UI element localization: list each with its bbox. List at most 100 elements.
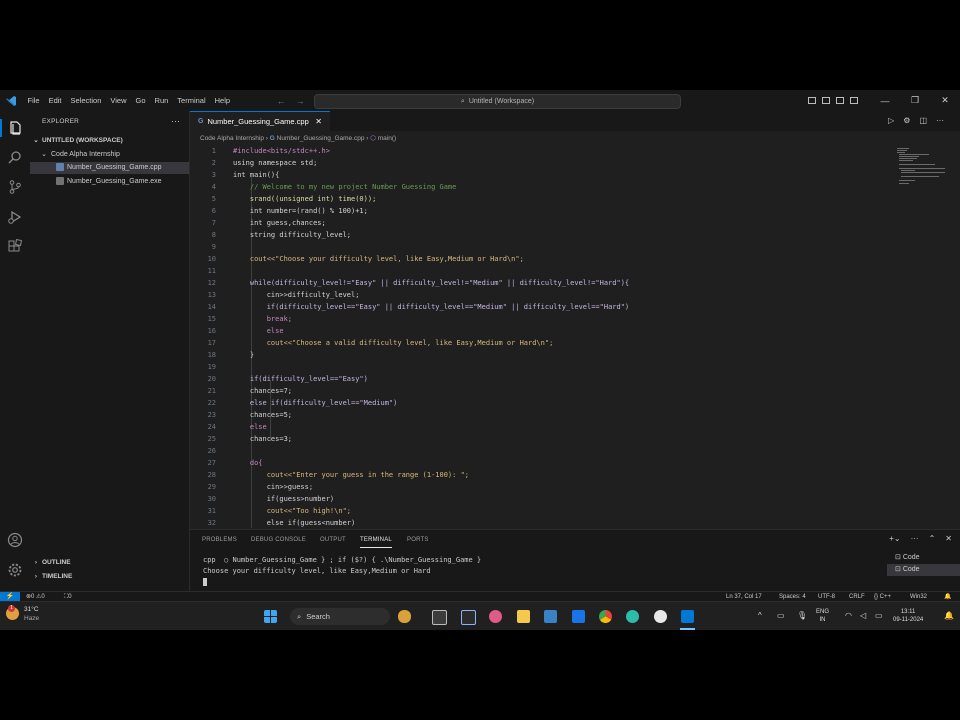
more-actions-icon[interactable]: ··· xyxy=(936,116,944,125)
extensions-icon[interactable] xyxy=(7,239,23,255)
battery-icon[interactable]: ▭ xyxy=(875,612,883,620)
close-panel-icon[interactable]: ✕ xyxy=(945,534,952,543)
vscode-logo-icon[interactable] xyxy=(5,95,17,107)
line-number: 22 xyxy=(207,399,216,407)
tab-output[interactable]: OUTPUT xyxy=(320,537,346,543)
terminal-instance[interactable]: ⊡ Code xyxy=(887,552,960,564)
code-text: if(difficulty_level=="Easy" || difficult… xyxy=(233,303,630,311)
taskbar-search[interactable]: ⌕ Search xyxy=(290,608,390,625)
timeline-section[interactable]: › TIMELINE xyxy=(30,573,189,580)
terminal-icon: ⊡ xyxy=(895,566,903,573)
line-number: 16 xyxy=(207,327,216,335)
store-icon[interactable] xyxy=(544,610,557,623)
task-view-icon[interactable] xyxy=(432,610,447,625)
panel-controls: +⌄ ··· ⌃ ✕ xyxy=(889,534,952,543)
mic-icon[interactable]: 🎙 xyxy=(797,612,807,620)
notification-center-icon[interactable]: 🔔 xyxy=(944,612,954,620)
title-bar: File Edit Selection View Go Run Terminal… xyxy=(0,90,960,111)
menu-view[interactable]: View xyxy=(106,96,131,105)
folder-row[interactable]: ⌄ Code Alpha Internship xyxy=(30,149,189,161)
tab-debug-console[interactable]: DEBUG CONSOLE xyxy=(251,537,306,543)
restore-icon[interactable]: ❐ xyxy=(900,95,930,106)
toggle-sidebar-icon[interactable] xyxy=(808,97,816,104)
weather-widget[interactable]: 1 31°C Haze xyxy=(6,605,39,623)
nav-arrows: ← → xyxy=(277,96,305,106)
terminal-cursor xyxy=(203,578,207,586)
tab-number-guessing-game[interactable]: G Number_Guessing_Game.cpp ✕ xyxy=(190,111,330,131)
tab-ports[interactable]: PORTS xyxy=(407,537,429,543)
menu-edit[interactable]: Edit xyxy=(44,96,66,105)
toggle-secondary-sidebar-icon[interactable] xyxy=(836,97,844,104)
volume-icon[interactable]: ◁ xyxy=(860,612,866,620)
app-icon[interactable] xyxy=(489,610,502,623)
file-label: Number_Guessing_Game.exe xyxy=(67,178,162,185)
search-view-icon[interactable] xyxy=(7,149,23,165)
wifi-icon[interactable]: ◠ xyxy=(845,612,852,620)
mail-icon[interactable] xyxy=(572,610,585,623)
menu-help[interactable]: Help xyxy=(210,96,234,105)
cpp-file-icon: G xyxy=(269,135,275,142)
function-icon: ⬡ xyxy=(370,135,376,142)
forward-arrow-icon[interactable]: → xyxy=(296,96,305,106)
new-terminal-icon[interactable]: +⌄ xyxy=(889,534,900,543)
edge-icon[interactable] xyxy=(626,610,639,623)
tray-app-icon[interactable]: ▭ xyxy=(777,612,785,620)
explorer-icon[interactable] xyxy=(7,120,23,136)
accounts-icon[interactable] xyxy=(7,532,23,548)
language-indicator[interactable]: ENG IN xyxy=(816,608,829,624)
line-number: 10 xyxy=(207,255,216,263)
terminal-instance[interactable]: ⊡ Code xyxy=(887,564,960,576)
menu-run[interactable]: Run xyxy=(150,96,173,105)
windows-start-icon[interactable] xyxy=(264,610,277,623)
clock-date: 09-11-2024 xyxy=(893,617,924,623)
line-number: 5 xyxy=(211,195,216,203)
code-text: cout<<"Too high!\n"; xyxy=(233,507,352,515)
file-explorer-icon[interactable] xyxy=(517,610,530,623)
line-number: 14 xyxy=(207,303,216,311)
file-row-exe[interactable]: Number_Guessing_Game.exe xyxy=(30,176,189,188)
terminal-instance-label: Code xyxy=(902,554,920,561)
minimize-icon[interactable]: — xyxy=(870,96,900,106)
run-debug-icon[interactable] xyxy=(7,209,23,225)
menu-terminal[interactable]: Terminal xyxy=(173,96,210,105)
app-icon[interactable] xyxy=(654,610,667,623)
menu-selection[interactable]: Selection xyxy=(66,96,106,105)
maximize-panel-icon[interactable]: ⌃ xyxy=(929,534,936,543)
close-window-icon[interactable]: ✕ xyxy=(930,95,960,106)
customize-layout-icon[interactable] xyxy=(850,97,858,104)
more-actions-icon[interactable]: ··· xyxy=(171,116,180,126)
tab-problems[interactable]: PROBLEMS xyxy=(202,537,237,543)
vscode-taskbar-icon[interactable] xyxy=(681,610,694,623)
tab-terminal[interactable]: TERMINAL xyxy=(360,537,392,548)
chrome-icon[interactable] xyxy=(599,610,612,623)
more-actions-icon[interactable]: ··· xyxy=(911,534,919,543)
close-tab-icon[interactable]: ✕ xyxy=(315,117,322,126)
breadcrumb-folder[interactable]: Code Alpha Internship xyxy=(200,135,264,142)
menu-file[interactable]: File xyxy=(23,96,44,105)
menu-go[interactable]: Go xyxy=(131,96,150,105)
breadcrumb-symbol[interactable]: main() xyxy=(378,135,396,142)
source-control-icon[interactable] xyxy=(7,179,23,195)
copilot-icon[interactable] xyxy=(398,610,411,623)
back-arrow-icon[interactable]: ← xyxy=(277,96,286,106)
split-editor-icon[interactable]: ◫ xyxy=(919,116,927,125)
workspace-row[interactable]: ⌄ UNTITLED (WORKSPACE) xyxy=(30,135,189,147)
run-file-icon[interactable]: ▷ xyxy=(888,116,894,125)
widgets-icon[interactable] xyxy=(461,610,476,625)
outline-section[interactable]: › OUTLINE xyxy=(30,559,189,566)
line-number: 7 xyxy=(211,219,216,227)
command-center-search[interactable]: ⌕ Untitled (Workspace) xyxy=(314,94,681,109)
code-text: #include<bits/stdc++.h> xyxy=(233,147,330,155)
chevron-up-icon[interactable]: ^ xyxy=(758,612,762,620)
minimap[interactable] xyxy=(893,146,945,186)
folder-label: Code Alpha Internship xyxy=(51,151,120,158)
code-editor[interactable]: 1 #include<bits/stdc++.h> 2 using namespace… xyxy=(190,145,890,528)
settings-icon[interactable]: ⚙ xyxy=(903,116,910,125)
line-number: 2 xyxy=(211,159,216,167)
breadcrumb-file[interactable]: Number_Guessing_Game.cpp xyxy=(277,135,365,142)
toggle-panel-icon[interactable] xyxy=(822,97,830,104)
search-icon: ⌕ xyxy=(460,97,465,105)
clock[interactable]: 13:11 09-11-2024 xyxy=(893,608,923,624)
file-row-cpp[interactable]: Number_Guessing_Game.cpp xyxy=(30,162,189,174)
settings-gear-icon[interactable] xyxy=(7,562,23,578)
